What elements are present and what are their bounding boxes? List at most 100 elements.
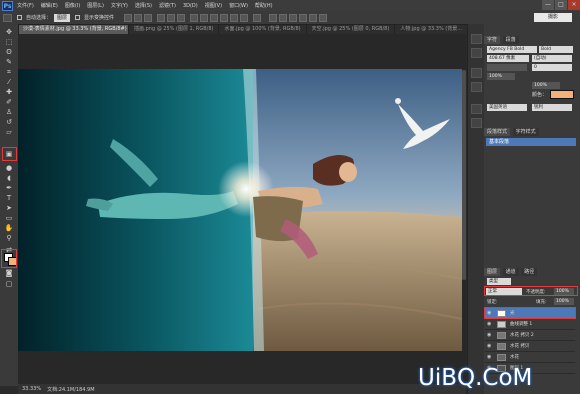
tab-paths[interactable]: 路径 xyxy=(521,268,538,276)
3d-rotate-icon[interactable] xyxy=(279,13,288,22)
align-vcenter-icon[interactable] xyxy=(134,13,143,22)
shape-tool-icon[interactable]: ▭ xyxy=(4,214,14,223)
leading-field[interactable]: (自动) xyxy=(532,55,572,62)
horizontal-scale-field[interactable]: 100% xyxy=(532,82,560,89)
tab-document-2[interactable]: 插画.png @ 25% (图层 1, RGB/8) xyxy=(129,25,220,34)
menu-help[interactable]: 帮助(H) xyxy=(255,2,273,9)
text-color-swatch[interactable] xyxy=(550,90,574,99)
menu-edit[interactable]: 编辑(E) xyxy=(41,2,58,9)
tab-character-styles[interactable]: 字符样式 xyxy=(512,128,539,136)
hand-tool-icon[interactable]: ✋ xyxy=(4,224,14,233)
3d-roll-icon[interactable] xyxy=(289,13,298,22)
tab-character[interactable]: 字符 xyxy=(484,36,501,44)
align-bottom-icon[interactable] xyxy=(144,13,153,22)
menu-select[interactable]: 选择(S) xyxy=(135,2,152,9)
antialias-select[interactable]: 锐利 xyxy=(532,104,572,111)
3d-scale-icon[interactable] xyxy=(319,13,328,22)
distribute-left-icon[interactable] xyxy=(220,13,229,22)
history-brush-tool-icon[interactable]: ↺ xyxy=(4,118,14,127)
marquee-tool-icon[interactable]: ⬚ xyxy=(4,38,14,47)
3d-pan-icon[interactable] xyxy=(299,13,308,22)
paragraph-panel-icon[interactable] xyxy=(471,82,482,92)
tab-channels[interactable]: 通道 xyxy=(502,268,519,276)
dodge-tool-icon[interactable]: ◖ xyxy=(4,174,14,183)
align-left-icon[interactable] xyxy=(157,13,166,22)
lasso-tool-icon[interactable]: ʘ xyxy=(4,48,14,57)
auto-select-checkbox[interactable] xyxy=(17,15,22,20)
type-tool-icon[interactable]: T xyxy=(4,194,14,203)
workspace-switcher[interactable]: 摄影 xyxy=(534,13,572,22)
distribute-vcenter-icon[interactable] xyxy=(200,13,209,22)
menu-file[interactable]: 文件(F) xyxy=(17,2,34,9)
distribute-top-icon[interactable] xyxy=(190,13,199,22)
history-panel-icon[interactable] xyxy=(471,34,482,44)
menu-3d[interactable]: 3D(D) xyxy=(183,3,198,9)
maximize-button[interactable]: □ xyxy=(555,0,567,10)
menu-window[interactable]: 窗口(W) xyxy=(229,2,248,9)
tracking-field[interactable]: 0 xyxy=(532,64,572,71)
kerning-field[interactable] xyxy=(487,64,527,71)
vertical-scrollbar[interactable] xyxy=(462,70,466,280)
font-style-select[interactable]: Bold xyxy=(539,46,573,53)
distribute-bottom-icon[interactable] xyxy=(210,13,219,22)
3d-mode-icon[interactable] xyxy=(269,13,278,22)
layer-row[interactable]: ◉ 水花 xyxy=(485,352,575,363)
layer-kind-filter[interactable]: 类型 xyxy=(487,278,511,285)
layer-row[interactable]: ◉ 水花 拷贝 2 xyxy=(485,330,575,341)
fill-field[interactable]: 100% xyxy=(554,298,574,305)
style-list-item[interactable]: 基本段落 xyxy=(486,138,576,146)
show-transform-checkbox[interactable] xyxy=(75,15,81,20)
tab-document-5[interactable]: 人物.jpg @ 33.3% (背景... xyxy=(395,25,469,34)
font-size-field[interactable]: 408.67 像素 xyxy=(487,55,529,62)
path-select-tool-icon[interactable]: ➤ xyxy=(4,204,14,213)
font-family-select[interactable]: Agency FB Bold xyxy=(487,46,537,53)
move-tool-icon[interactable]: ✥ xyxy=(4,28,14,37)
eyedropper-tool-icon[interactable]: ⁄ xyxy=(4,78,14,87)
visibility-eye-icon[interactable]: ◉ xyxy=(487,321,493,327)
visibility-eye-icon[interactable]: ◉ xyxy=(487,332,493,338)
distribute-hcenter-icon[interactable] xyxy=(230,13,239,22)
screen-mode-icon[interactable]: ▢ xyxy=(4,280,14,289)
minimize-button[interactable]: — xyxy=(542,0,554,10)
zoom-level[interactable]: 33.33% xyxy=(22,386,41,392)
visibility-eye-icon[interactable]: ◉ xyxy=(487,354,493,360)
character-panel-icon[interactable] xyxy=(471,68,482,78)
visibility-eye-icon[interactable]: ◉ xyxy=(487,343,493,349)
align-right-icon[interactable] xyxy=(177,13,186,22)
pen-tool-icon[interactable]: ✒ xyxy=(4,184,14,193)
close-button[interactable]: × xyxy=(568,0,580,10)
tab-paragraph[interactable]: 段落 xyxy=(502,36,519,44)
menu-layer[interactable]: 图层(L) xyxy=(87,2,104,9)
tab-document-1[interactable]: 沙漠-表情素材.jpg @ 33.3% (背景, RGB/8#) * xyxy=(18,25,129,34)
menu-view[interactable]: 视图(V) xyxy=(205,2,222,9)
brush-panel-icon[interactable] xyxy=(471,104,482,114)
distribute-right-icon[interactable] xyxy=(240,13,249,22)
move-tool-preset-icon[interactable] xyxy=(3,13,12,22)
quick-mask-icon[interactable]: ◙ xyxy=(4,269,14,278)
eraser-tool-icon[interactable]: ▱ xyxy=(4,128,14,137)
auto-align-icon[interactable] xyxy=(253,13,262,22)
auto-select-dropdown[interactable]: 图层 xyxy=(54,13,71,22)
healing-brush-tool-icon[interactable]: ✚ xyxy=(4,88,14,97)
brush-tool-icon[interactable]: ✐ xyxy=(4,98,14,107)
blur-tool-icon[interactable]: ● xyxy=(4,164,14,173)
menu-filter[interactable]: 滤镜(T) xyxy=(159,2,176,9)
align-top-icon[interactable] xyxy=(124,13,133,22)
language-select[interactable]: 美国英语 xyxy=(487,104,527,111)
layer-row[interactable]: ◉ 水花 拷贝 xyxy=(485,341,575,352)
menu-image[interactable]: 图像(I) xyxy=(65,2,80,9)
tab-document-4[interactable]: 天空.jpg @ 25% (图层 0, RGB/8) xyxy=(307,25,396,34)
crop-tool-icon[interactable]: ⌗ xyxy=(4,68,14,77)
tab-layers[interactable]: 图层 xyxy=(484,268,501,276)
align-hcenter-icon[interactable] xyxy=(167,13,176,22)
menu-type[interactable]: 文字(Y) xyxy=(111,2,128,9)
vertical-scale-field[interactable]: 100% xyxy=(487,73,515,80)
actions-panel-icon[interactable] xyxy=(471,48,482,58)
quick-select-tool-icon[interactable]: ✎ xyxy=(4,58,14,67)
tab-paragraph-styles[interactable]: 段落样式 xyxy=(484,128,511,136)
clone-stamp-tool-icon[interactable]: ♙ xyxy=(4,108,14,117)
zoom-tool-icon[interactable]: ⚲ xyxy=(4,234,14,243)
clone-source-panel-icon[interactable] xyxy=(471,118,482,128)
layer-row[interactable]: ◉ 曲线调整 1 xyxy=(485,319,575,330)
tab-document-3[interactable]: 水面.jpg @ 100% (背景, RGB/8) xyxy=(219,25,307,34)
